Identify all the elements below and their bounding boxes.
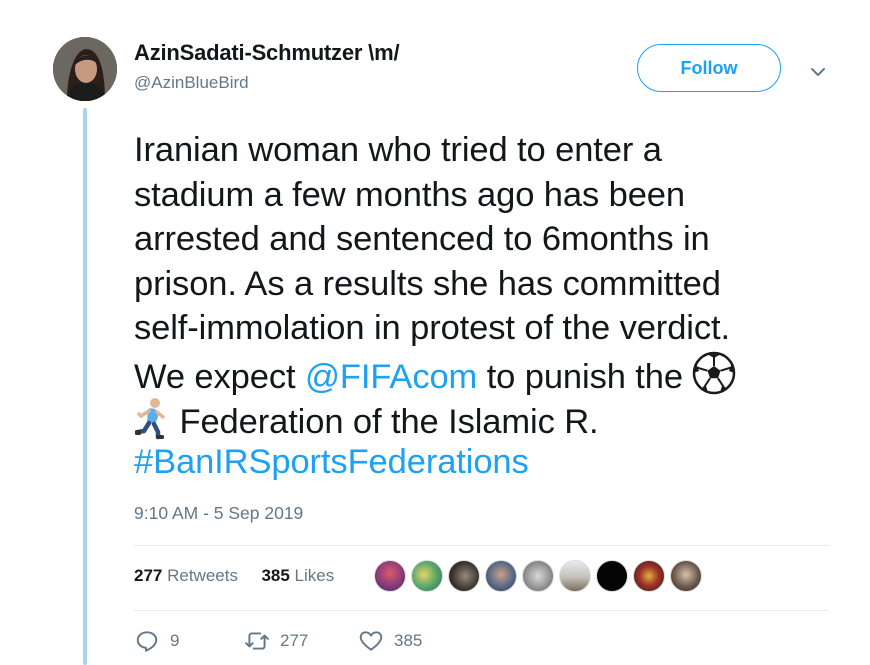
liker-avatar[interactable] <box>633 560 665 592</box>
tweet-text-line: stadium a few months ago has been <box>134 175 685 214</box>
author-avatar-image <box>53 37 117 101</box>
liker-avatar[interactable] <box>448 560 480 592</box>
tweet-text-line: arrested and sentenced to 6months in <box>134 220 710 259</box>
tweet-text-segment: We expect <box>134 357 305 396</box>
reply-icon <box>136 631 158 652</box>
author-handle[interactable]: @AzinBlueBird <box>134 73 249 93</box>
tweet-text-line: #BanIRSportsFederations <box>134 440 834 485</box>
tweet-text-segment: to punish the <box>477 357 693 396</box>
divider <box>134 610 829 611</box>
like-count: 385 <box>394 631 423 650</box>
liker-avatar[interactable] <box>559 560 591 592</box>
engagement-stats: 277 Retweets 385 Likes <box>134 566 334 586</box>
thread-connector-line <box>83 108 87 665</box>
soccer-ball-icon <box>692 351 736 407</box>
liked-by-avatars <box>374 560 707 594</box>
likes-stat[interactable]: 385 Likes <box>261 566 334 585</box>
liker-avatar[interactable] <box>374 560 406 592</box>
reply-count: 9 <box>170 631 180 650</box>
retweet-button[interactable]: 277 <box>244 628 308 654</box>
liker-avatar[interactable] <box>522 560 554 592</box>
mention-link[interactable]: @FIFAcom <box>305 358 477 396</box>
tweet-text-line: We expect @FIFAcom to punish the <box>134 351 834 396</box>
retweets-count: 277 <box>134 566 163 585</box>
retweet-count: 277 <box>280 631 309 650</box>
tweet-text-line: self-immolation in protest of the verdic… <box>134 309 730 348</box>
liker-avatar[interactable] <box>596 560 628 592</box>
divider <box>134 545 829 546</box>
liker-avatar[interactable] <box>485 560 517 592</box>
hashtag-link[interactable]: #BanIRSportsFederations <box>134 443 529 481</box>
follow-button[interactable]: Follow <box>637 44 781 92</box>
liker-avatar[interactable] <box>411 560 443 592</box>
liker-avatar[interactable] <box>670 560 702 592</box>
likes-count: 385 <box>261 566 290 585</box>
tweet-timestamp[interactable]: 9:10 AM - 5 Sep 2019 <box>134 503 303 524</box>
reply-button[interactable]: 9 <box>134 628 179 654</box>
retweets-label: Retweets <box>162 566 238 585</box>
retweet-icon <box>245 632 269 650</box>
author-avatar[interactable] <box>53 37 117 101</box>
likes-label: Likes <box>289 566 335 585</box>
like-button[interactable]: 385 <box>358 628 422 654</box>
tweet-text: Iranian woman who tried to enter a stadi… <box>134 128 834 485</box>
retweets-stat[interactable]: 277 Retweets <box>134 566 238 585</box>
more-options-chevron-icon[interactable] <box>806 60 830 84</box>
tweet-text-segment: Federation of the Islamic R. <box>170 402 599 441</box>
heart-icon <box>359 631 383 651</box>
author-display-name[interactable]: AzinSadati-Schmutzer \m/ <box>134 40 400 66</box>
tweet-text-line: Iranian woman who tried to enter a <box>134 131 662 169</box>
tweet-text-line: prison. As a results she has committed <box>134 264 721 303</box>
